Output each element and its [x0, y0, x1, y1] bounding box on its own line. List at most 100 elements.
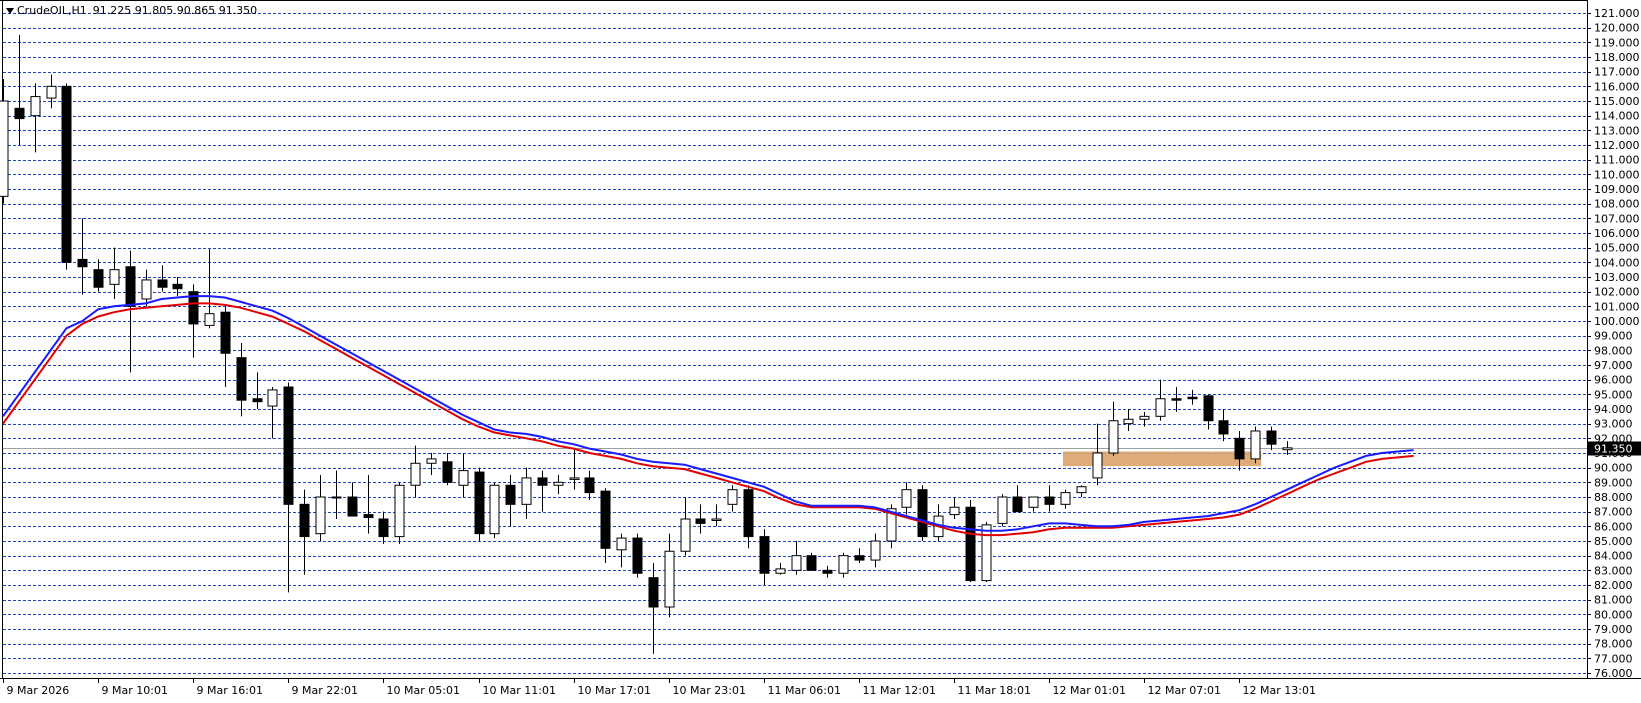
bull-candle[interactable]	[1060, 492, 1071, 505]
bull-candle[interactable]	[711, 518, 722, 521]
bull-candle[interactable]	[680, 518, 691, 552]
bull-candle[interactable]	[870, 540, 881, 561]
bear-candle[interactable]	[378, 518, 389, 538]
bear-candle[interactable]	[363, 514, 374, 519]
y-tick-label: 111.000	[1594, 154, 1640, 167]
y-tick-label: 84.000	[1594, 550, 1633, 563]
y-tick-label: 89.000	[1594, 476, 1633, 489]
y-tick-label: 107.000	[1594, 212, 1640, 225]
bull-candle[interactable]	[901, 489, 912, 508]
bear-candle[interactable]	[61, 85, 72, 263]
bear-candle[interactable]	[1171, 398, 1182, 401]
bear-candle[interactable]	[854, 555, 865, 561]
bear-candle[interactable]	[965, 506, 976, 582]
bull-candle[interactable]	[458, 470, 469, 486]
bull-candle[interactable]	[394, 484, 405, 538]
bear-candle[interactable]	[220, 311, 231, 354]
bear-candle[interactable]	[743, 489, 754, 538]
bull-candle[interactable]	[981, 524, 992, 582]
bear-candle[interactable]	[283, 386, 294, 505]
bull-candle[interactable]	[1076, 486, 1087, 494]
bull-candle[interactable]	[0, 100, 9, 197]
bear-candle[interactable]	[537, 477, 548, 486]
bull-candle[interactable]	[46, 85, 57, 99]
bull-candle[interactable]	[1155, 398, 1166, 417]
bull-candle[interactable]	[331, 496, 342, 499]
bear-candle[interactable]	[759, 536, 770, 574]
bear-candle[interactable]	[822, 569, 833, 574]
bull-candle[interactable]	[410, 462, 421, 486]
bull-candle[interactable]	[1250, 430, 1261, 460]
bull-candle[interactable]	[426, 458, 437, 464]
bull-candle[interactable]	[727, 489, 738, 505]
bull-candle[interactable]	[109, 269, 120, 285]
y-tick-label: 94.000	[1594, 403, 1633, 416]
bull-candle[interactable]	[315, 496, 326, 535]
bear-candle[interactable]	[347, 496, 358, 517]
bear-candle[interactable]	[252, 398, 263, 403]
bull-candle[interactable]	[267, 389, 278, 407]
bear-candle[interactable]	[299, 503, 310, 538]
bear-candle[interactable]	[236, 357, 247, 401]
bull-candle[interactable]	[1123, 418, 1134, 425]
bear-candle[interactable]	[157, 279, 168, 288]
bull-candle[interactable]	[664, 550, 675, 608]
bull-candle[interactable]	[141, 279, 152, 300]
bear-candle[interactable]	[1012, 496, 1023, 513]
y-tick-label: 118.000	[1594, 51, 1640, 64]
y-tick-label: 90.000	[1594, 462, 1633, 475]
chart-canvas[interactable]: 76.000 77.00078.000 79.000 80.00081.000 82.0…	[0, 0, 1641, 703]
bear-candle[interactable]	[474, 471, 485, 535]
bear-candle[interactable]	[1044, 496, 1055, 505]
y-tick-label: 77.000	[1594, 652, 1633, 665]
bull-candle[interactable]	[30, 96, 41, 117]
bull-candle[interactable]	[997, 496, 1008, 524]
dropdown-triangle-icon[interactable]	[6, 7, 14, 14]
bear-candle[interactable]	[1218, 420, 1229, 435]
y-tick-label: 88.000	[1594, 491, 1633, 504]
bull-candle[interactable]	[204, 313, 215, 326]
bear-candle[interactable]	[695, 518, 706, 524]
bull-candle[interactable]	[489, 484, 500, 535]
y-tick-label: 121.000	[1594, 7, 1640, 20]
bear-candle[interactable]	[1203, 395, 1214, 422]
x-tick-label: 10 Mar 05:01	[387, 684, 460, 697]
bear-candle[interactable]	[172, 283, 183, 290]
bear-candle[interactable]	[600, 490, 611, 549]
bear-candle[interactable]	[125, 266, 136, 307]
bull-candle[interactable]	[1282, 447, 1293, 451]
bear-candle[interactable]	[14, 107, 25, 120]
bear-candle[interactable]	[648, 577, 659, 608]
bull-candle[interactable]	[775, 568, 786, 574]
bear-candle[interactable]	[93, 269, 104, 288]
bull-candle[interactable]	[521, 477, 532, 505]
y-tick-label: 97.000	[1594, 359, 1633, 372]
bear-candle[interactable]	[917, 489, 928, 538]
y-tick-label: 95.000	[1594, 388, 1633, 401]
x-tick-label: 12 Mar 13:01	[1243, 684, 1316, 697]
bear-candle[interactable]	[1266, 430, 1277, 445]
x-tick-label: 9 Mar 16:01	[197, 684, 263, 697]
bear-candle[interactable]	[584, 477, 595, 494]
bear-candle[interactable]	[632, 537, 643, 574]
bull-candle[interactable]	[1139, 415, 1150, 420]
candlestick-chart[interactable]: 76.000 77.000 78.000 79.000 80.000 81.000 82.0…	[0, 0, 1641, 703]
bear-candle[interactable]	[505, 484, 516, 505]
bull-candle[interactable]	[1092, 452, 1103, 479]
bull-candle[interactable]	[949, 506, 960, 516]
bull-candle[interactable]	[838, 555, 849, 574]
bear-candle[interactable]	[1187, 396, 1198, 400]
y-tick-label: 102.000	[1594, 286, 1640, 299]
bull-candle[interactable]	[569, 477, 580, 480]
bear-candle[interactable]	[1234, 437, 1245, 460]
y-tick-label: 117.000	[1594, 66, 1640, 79]
bear-candle[interactable]	[806, 555, 817, 571]
bull-candle[interactable]	[1028, 496, 1039, 508]
bull-candle[interactable]	[616, 537, 627, 551]
bull-candle[interactable]	[791, 555, 802, 571]
bear-candle[interactable]	[442, 461, 453, 483]
bear-candle[interactable]	[77, 258, 88, 268]
bull-candle[interactable]	[553, 481, 564, 486]
bull-candle[interactable]	[1108, 420, 1119, 454]
y-tick-label: 85.000	[1594, 535, 1633, 548]
